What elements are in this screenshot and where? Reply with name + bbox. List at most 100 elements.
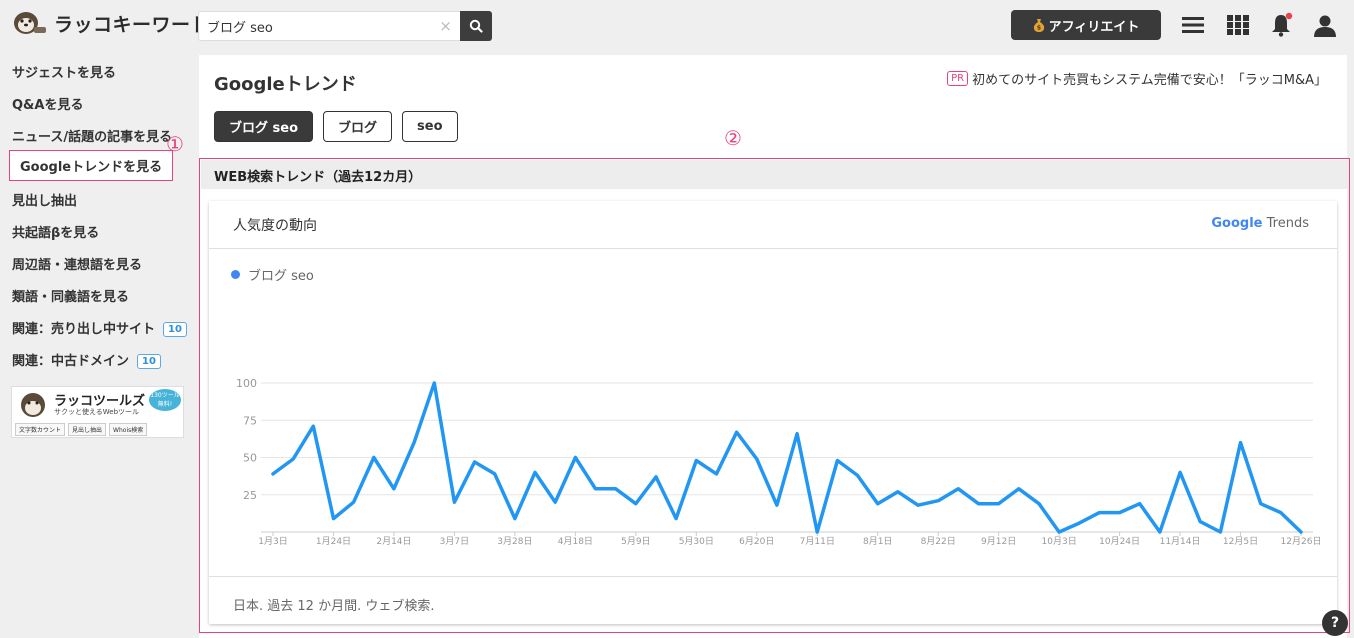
data-point[interactable]: [654, 475, 658, 479]
sidebar-item-cooccurrence[interactable]: 共起語βを見る: [12, 222, 99, 241]
banner-badge: 130ツール 無料!: [149, 389, 181, 411]
x-tick-label: 12月5日: [1223, 536, 1258, 547]
data-point[interactable]: [271, 472, 275, 476]
data-point[interactable]: [936, 499, 940, 503]
sidebar-item-headings[interactable]: 見出し抽出: [12, 190, 77, 209]
data-point[interactable]: [533, 470, 537, 474]
search-button[interactable]: [460, 11, 492, 41]
x-tick-label: 8月22日: [921, 536, 956, 547]
data-point[interactable]: [876, 502, 880, 506]
data-point[interactable]: [412, 441, 416, 445]
data-point[interactable]: [1299, 530, 1303, 534]
keyword-tabs: ブログ seo ブログ seo: [214, 111, 458, 142]
data-point[interactable]: [311, 424, 315, 428]
trends-card: 人気度の動向 Google Trends ブログ seo 25 50 75 100 1月…: [209, 201, 1337, 624]
hamburger-menu-icon[interactable]: [1180, 12, 1206, 38]
data-point[interactable]: [1218, 530, 1222, 534]
data-point[interactable]: [1077, 521, 1081, 525]
pr-tag: PR: [947, 71, 969, 86]
banner-button[interactable]: 見出し抽出: [68, 423, 107, 436]
data-point[interactable]: [976, 502, 980, 506]
sidebar-item-used-domains[interactable]: 関連：中古ドメイン 10: [12, 350, 161, 369]
data-point[interactable]: [331, 517, 335, 521]
keyword-tab[interactable]: ブログ: [323, 111, 393, 142]
data-point[interactable]: [714, 472, 718, 476]
data-point[interactable]: [956, 487, 960, 491]
sidebar-item-synonyms[interactable]: 類語・同義語を見る: [12, 286, 129, 305]
annotation-number-2: ②: [724, 126, 742, 150]
trend-line-chart[interactable]: 25 50 75 100 1月3日 1月24日 2月14日 3月7日 3月28日 4月18日 5月9…: [209, 201, 1337, 576]
sidebar-item-news[interactable]: ニュース/話題の記事を見る: [12, 126, 172, 145]
data-point[interactable]: [755, 457, 759, 461]
data-point[interactable]: [392, 487, 396, 491]
data-point[interactable]: [1017, 487, 1021, 491]
data-point[interactable]: [735, 430, 739, 434]
pr-link[interactable]: PR 初めてのサイト売買もシステム完備で安心！「ラッコM&A」: [947, 69, 1327, 88]
affiliate-button[interactable]: $ アフィリエイト: [1011, 10, 1161, 40]
rakko-tools-banner[interactable]: ラッコツールズ サクッと使えるWebツール 130ツール 無料! 文字数カウント…: [11, 386, 184, 438]
sidebar-item-sites-for-sale[interactable]: 関連：売り出し中サイト 10: [12, 318, 187, 337]
keyword-tab-active[interactable]: ブログ seo: [214, 111, 314, 142]
data-point[interactable]: [856, 473, 860, 477]
sidebar-item-label: 関連：中古ドメイン: [12, 354, 130, 369]
data-point[interactable]: [573, 456, 577, 460]
data-point[interactable]: [372, 456, 376, 460]
data-point[interactable]: [553, 500, 557, 504]
x-tick-label: 6月20日: [739, 536, 774, 547]
data-point[interactable]: [513, 517, 517, 521]
data-point[interactable]: [775, 503, 779, 507]
data-point[interactable]: [1037, 502, 1041, 506]
help-button[interactable]: ?: [1322, 610, 1348, 636]
data-point[interactable]: [432, 381, 436, 385]
data-point[interactable]: [916, 503, 920, 507]
data-point[interactable]: [795, 432, 799, 436]
logo[interactable]: ラッコキーワード: [12, 9, 210, 37]
search-input[interactable]: [207, 18, 440, 34]
user-icon[interactable]: [1312, 12, 1338, 38]
sidebar-item-suggest[interactable]: サジェストを見る: [12, 62, 116, 81]
keyword-tab[interactable]: seo: [402, 111, 458, 142]
data-point[interactable]: [452, 500, 456, 504]
data-point[interactable]: [493, 472, 497, 476]
banner-button[interactable]: 文字数カウント: [15, 423, 66, 436]
sidebar-item-related-words[interactable]: 周辺語・連想語を見る: [12, 254, 142, 273]
data-point[interactable]: [1138, 502, 1142, 506]
data-point[interactable]: [352, 500, 356, 504]
data-point[interactable]: [291, 457, 295, 461]
y-tick-label: 75: [243, 414, 257, 427]
data-point[interactable]: [473, 460, 477, 464]
banner-buttons: 文字数カウント 見出し抽出 Whois検索: [15, 423, 148, 436]
search-bar: ×: [198, 11, 492, 41]
data-point[interactable]: [1057, 530, 1061, 534]
grid-apps-icon[interactable]: [1225, 12, 1251, 38]
data-point[interactable]: [1279, 511, 1283, 515]
x-tick-label: 11月14日: [1160, 536, 1201, 547]
sidebar-item-qa[interactable]: Q&Aを見る: [12, 94, 83, 113]
data-point[interactable]: [1178, 470, 1182, 474]
data-point[interactable]: [1118, 511, 1122, 515]
banner-button[interactable]: Whois検索: [109, 423, 148, 436]
sidebar-item-google-trends[interactable]: Googleトレンドを見る: [9, 150, 174, 181]
data-point[interactable]: [694, 458, 698, 462]
clear-icon[interactable]: ×: [439, 17, 452, 35]
data-point[interactable]: [1097, 511, 1101, 515]
search-icon: [469, 19, 483, 33]
data-point[interactable]: [896, 490, 900, 494]
data-point[interactable]: [1259, 502, 1263, 506]
data-point[interactable]: [835, 458, 839, 462]
x-tick-label: 9月12日: [981, 536, 1016, 547]
data-point[interactable]: [594, 487, 598, 491]
data-point[interactable]: [614, 487, 618, 491]
bell-icon[interactable]: [1268, 12, 1294, 38]
data-point[interactable]: [1158, 530, 1162, 534]
x-tick-label: 10月24日: [1099, 536, 1140, 547]
data-point[interactable]: [1198, 520, 1202, 524]
otter-logo-icon: [14, 12, 46, 34]
data-point[interactable]: [634, 502, 638, 506]
data-point[interactable]: [997, 502, 1001, 506]
data-point[interactable]: [674, 517, 678, 521]
data-point[interactable]: [815, 530, 819, 534]
data-point[interactable]: [1239, 441, 1243, 445]
annotation-number-1: ①: [166, 132, 184, 156]
money-bag-icon: $: [1033, 19, 1044, 32]
